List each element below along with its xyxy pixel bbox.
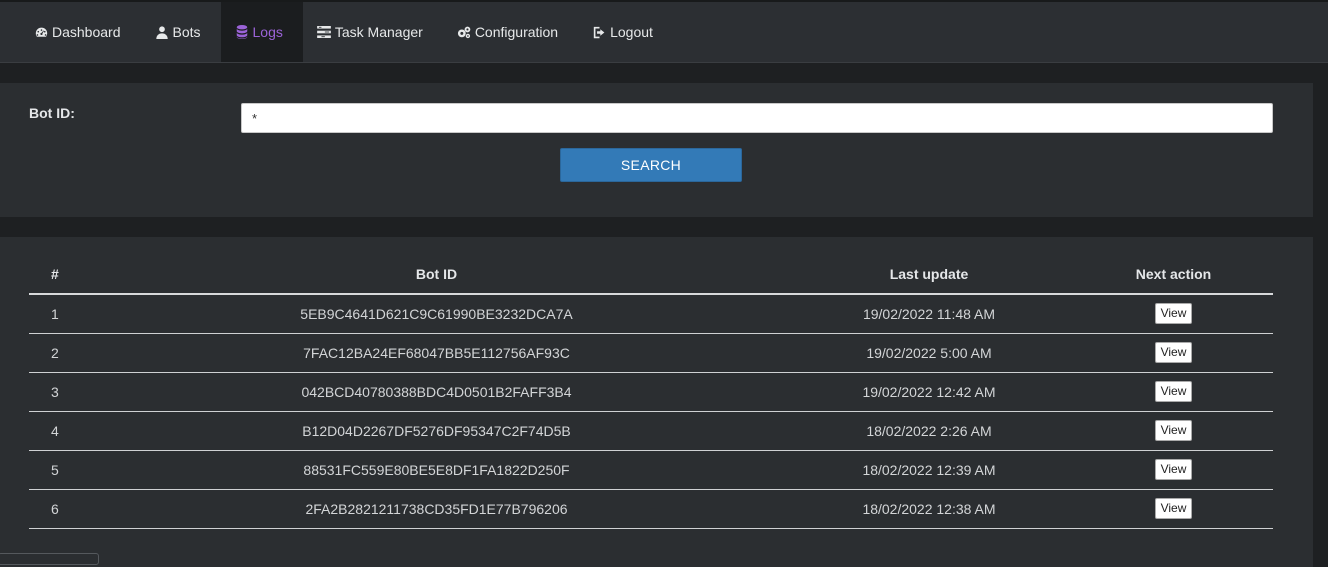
row-bot-id: 7FAC12BA24EF68047BB5E112756AF93C (89, 333, 784, 373)
row-bot-id: B12D04D2267DF5276DF95347C2F74D5B (89, 411, 784, 451)
row-last-update: 18/02/2022 12:38 AM (784, 489, 1074, 529)
bot-id-input[interactable] (241, 103, 1273, 133)
row-last-update: 19/02/2022 11:48 AM (784, 294, 1074, 334)
pagination-stub (0, 553, 99, 565)
row-number: 4 (29, 411, 89, 451)
nav-task-manager[interactable]: Task Manager (303, 2, 443, 62)
row-action-cell: View (1074, 411, 1273, 451)
nav-logs[interactable]: Logs (220, 2, 303, 62)
logs-table: # Bot ID Last update Next action 1 5EB9C… (29, 255, 1273, 529)
view-button[interactable]: View (1154, 303, 1193, 325)
row-bot-id: 2FA2B2821211738CD35FD1E77B796206 (89, 489, 784, 529)
view-button[interactable]: View (1154, 498, 1193, 519)
top-navbar: Dashboard Bots Logs Task Manager Configu… (0, 0, 1328, 63)
table-row: 2 7FAC12BA24EF68047BB5E112756AF93C 19/02… (29, 333, 1273, 373)
header-bot-id: Bot ID (89, 255, 784, 295)
search-panel: Bot ID: SEARCH (0, 83, 1313, 217)
row-last-update: 18/02/2022 2:26 AM (784, 411, 1074, 451)
database-icon (235, 25, 249, 39)
row-bot-id: 5EB9C4641D621C9C61990BE3232DCA7A (89, 294, 784, 334)
nav-logout-label: Logout (610, 24, 653, 40)
nav-configuration-label: Configuration (474, 24, 559, 40)
header-next-action: Next action (1074, 255, 1273, 295)
view-button[interactable]: View (1154, 342, 1193, 363)
table-row: 3 042BCD40780388BDC4D0501B2FAFF3B4 19/02… (29, 372, 1273, 412)
view-button[interactable]: View (1154, 459, 1193, 480)
table-header-row: # Bot ID Last update Next action (29, 255, 1273, 295)
view-button[interactable]: View (1154, 420, 1193, 441)
user-icon (155, 25, 169, 39)
header-number: # (29, 255, 89, 295)
row-action-cell: View (1074, 294, 1273, 334)
view-button[interactable]: View (1154, 381, 1193, 402)
nav-task-manager-label: Task Manager (334, 24, 423, 40)
nav-bots[interactable]: Bots (141, 2, 221, 62)
row-number: 5 (29, 450, 89, 490)
row-last-update: 19/02/2022 12:42 AM (784, 372, 1074, 412)
row-bot-id: 042BCD40780388BDC4D0501B2FAFF3B4 (89, 372, 784, 412)
row-action-cell: View (1074, 333, 1273, 373)
row-last-update: 18/02/2022 12:39 AM (784, 450, 1074, 490)
table-row: 5 88531FC559E80BE5E8DF1FA1822D250F 18/02… (29, 450, 1273, 490)
logs-table-panel: # Bot ID Last update Next action 1 5EB9C… (0, 237, 1313, 567)
bot-id-label: Bot ID: (29, 105, 75, 121)
table-row: 1 5EB9C4641D621C9C61990BE3232DCA7A 19/02… (29, 294, 1273, 334)
search-button[interactable]: SEARCH (560, 148, 742, 182)
table-row: 6 2FA2B2821211738CD35FD1E77B796206 18/02… (29, 489, 1273, 529)
row-last-update: 19/02/2022 5:00 AM (784, 333, 1074, 373)
table-row: 4 B12D04D2267DF5276DF95347C2F74D5B 18/02… (29, 411, 1273, 451)
header-last-update: Last update (784, 255, 1074, 295)
nav-logs-label: Logs (252, 24, 283, 40)
nav-logout[interactable]: Logout (578, 2, 673, 62)
tasks-icon (317, 25, 331, 39)
row-action-cell: View (1074, 489, 1273, 529)
dashboard-icon (34, 25, 48, 39)
row-number: 2 (29, 333, 89, 373)
row-number: 6 (29, 489, 89, 529)
nav-bots-label: Bots (172, 24, 201, 40)
row-number: 3 (29, 372, 89, 412)
nav-configuration[interactable]: Configuration (443, 2, 578, 62)
row-bot-id: 88531FC559E80BE5E8DF1FA1822D250F (89, 450, 784, 490)
nav-dashboard-label: Dashboard (52, 24, 121, 40)
nav-dashboard[interactable]: Dashboard (20, 2, 141, 62)
row-action-cell: View (1074, 450, 1273, 490)
gears-icon (457, 25, 471, 39)
sign-out-icon (592, 25, 606, 39)
row-action-cell: View (1074, 372, 1273, 412)
row-number: 1 (29, 294, 89, 334)
